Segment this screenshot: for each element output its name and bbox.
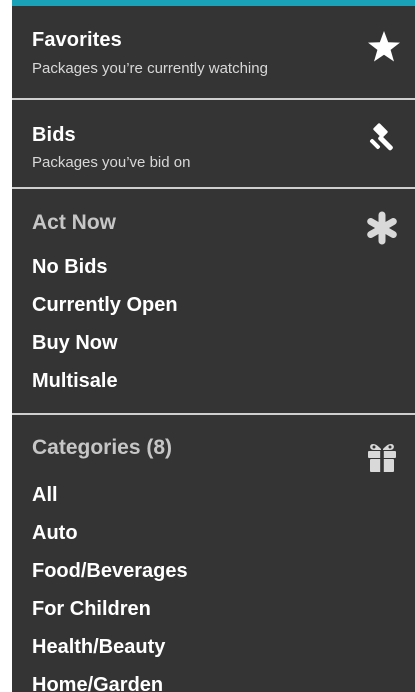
- favorites-subtitle: Packages you’re currently watching: [32, 60, 268, 77]
- act-now-list: No Bids Currently Open Buy Now Multisale: [32, 248, 178, 400]
- category-for-children[interactable]: For Children: [32, 590, 188, 628]
- category-all[interactable]: All: [32, 476, 188, 514]
- bids-subtitle: Packages you’ve bid on: [32, 154, 191, 171]
- asterisk-icon: [365, 211, 399, 245]
- act-now-multisale[interactable]: Multisale: [32, 362, 178, 400]
- favorites-title[interactable]: Favorites: [32, 29, 122, 52]
- act-now-no-bids[interactable]: No Bids: [32, 248, 178, 286]
- bids-title[interactable]: Bids: [32, 124, 76, 147]
- act-now-heading: Act Now: [32, 211, 116, 234]
- gift-icon: [365, 440, 399, 474]
- act-now-section: Act Now No Bids Currently Open Buy Now M…: [12, 189, 415, 415]
- categories-list: All Auto Food/Beverages For Children Hea…: [32, 476, 188, 692]
- gavel-icon[interactable]: [367, 120, 401, 154]
- filter-sidebar: Favorites Packages you’re currently watc…: [12, 0, 415, 692]
- act-now-currently-open[interactable]: Currently Open: [32, 286, 178, 324]
- category-health-beauty[interactable]: Health/Beauty: [32, 628, 188, 666]
- category-home-garden[interactable]: Home/Garden: [32, 666, 188, 692]
- categories-heading: Categories (8): [32, 436, 173, 459]
- category-food-beverages[interactable]: Food/Beverages: [32, 552, 188, 590]
- star-icon[interactable]: [367, 30, 401, 64]
- category-auto[interactable]: Auto: [32, 514, 188, 552]
- bids-section[interactable]: Bids Packages you’ve bid on: [12, 100, 415, 189]
- favorites-section[interactable]: Favorites Packages you’re currently watc…: [12, 6, 415, 100]
- act-now-buy-now[interactable]: Buy Now: [32, 324, 178, 362]
